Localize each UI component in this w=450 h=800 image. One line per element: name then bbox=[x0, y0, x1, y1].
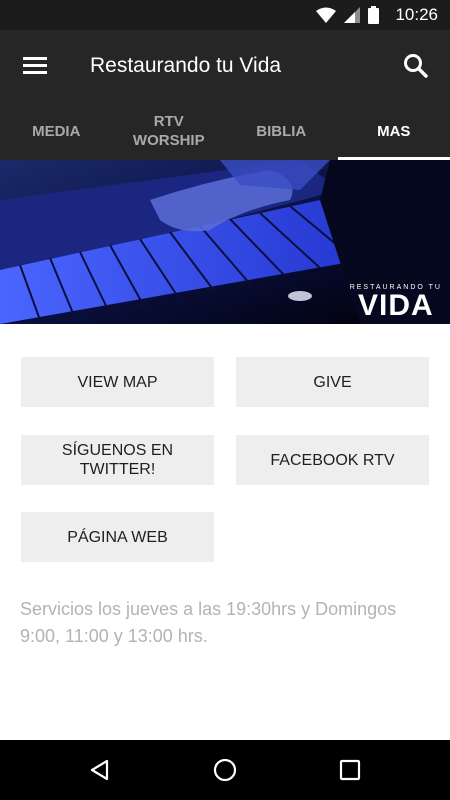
back-icon[interactable] bbox=[70, 740, 130, 800]
rtv-logo: RESTAURANDO TU VIDA bbox=[349, 284, 442, 322]
home-icon[interactable] bbox=[195, 740, 255, 800]
status-clock: 10:26 bbox=[395, 5, 438, 24]
status-bar: 10:26 bbox=[0, 0, 450, 30]
view-map-button[interactable]: VIEW MAP bbox=[21, 357, 214, 407]
tab-mas[interactable]: MAS bbox=[337, 102, 450, 160]
app-title: Restaurando tu Vida bbox=[90, 54, 282, 77]
battery-icon bbox=[368, 6, 380, 24]
hero-banner: RESTAURANDO TU VIDA bbox=[0, 160, 450, 324]
app-bar: Restaurando tu Vida bbox=[0, 30, 450, 102]
tab-media[interactable]: MEDIA bbox=[0, 102, 113, 160]
give-button[interactable]: GIVE bbox=[236, 357, 429, 407]
tab-rtv-worship[interactable]: RTV WORSHIP bbox=[113, 102, 226, 160]
facebook-button[interactable]: FACEBOOK RTV bbox=[236, 435, 429, 485]
menu-icon[interactable] bbox=[20, 54, 50, 78]
twitter-button[interactable]: SÍGUENOS EN TWITTER! bbox=[21, 435, 214, 485]
website-button[interactable]: PÁGINA WEB bbox=[21, 512, 214, 562]
tab-bar: MEDIA RTV WORSHIP BIBLIA MAS bbox=[0, 102, 450, 160]
cell-signal-icon bbox=[344, 7, 361, 23]
service-times-text: Servicios los jueves a las 19:30hrs y Do… bbox=[20, 599, 397, 646]
wifi-icon bbox=[316, 7, 337, 23]
system-nav-bar bbox=[0, 740, 450, 800]
recent-apps-icon[interactable] bbox=[320, 740, 380, 800]
search-icon[interactable] bbox=[402, 52, 430, 80]
tab-biblia[interactable]: BIBLIA bbox=[225, 102, 338, 160]
